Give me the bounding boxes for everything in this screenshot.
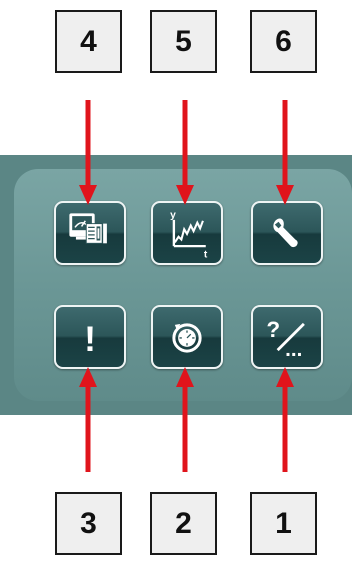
callout-3: 3 — [55, 492, 122, 555]
trend-chart-icon: y t — [170, 210, 208, 260]
chart-y-label: y — [170, 210, 176, 221]
callout-4: 4 — [55, 10, 122, 73]
trend-chart-button[interactable]: y t — [151, 201, 223, 265]
exclamation-icon: ! — [84, 319, 96, 359]
alert-glyph: ! — [84, 319, 96, 359]
help-dots: ... — [285, 338, 302, 361]
callout-1: 1 — [250, 492, 317, 555]
callout-5: 5 — [150, 10, 217, 73]
callout-2: 2 — [150, 492, 217, 555]
stopwatch-icon — [172, 323, 202, 353]
help-button[interactable]: ? ... — [251, 305, 323, 369]
dashboard-button[interactable] — [54, 201, 126, 265]
timer-button[interactable] — [151, 305, 223, 369]
wrench-icon — [273, 218, 298, 248]
chart-t-label: t — [204, 249, 208, 260]
help-more-icon: ? ... — [266, 317, 305, 361]
callout-6: 6 — [250, 10, 317, 73]
settings-button[interactable] — [251, 201, 323, 265]
display-document-icon — [69, 213, 107, 244]
help-question-glyph: ? — [266, 317, 280, 342]
control-panel — [0, 155, 352, 415]
alert-button[interactable]: ! — [54, 305, 126, 369]
